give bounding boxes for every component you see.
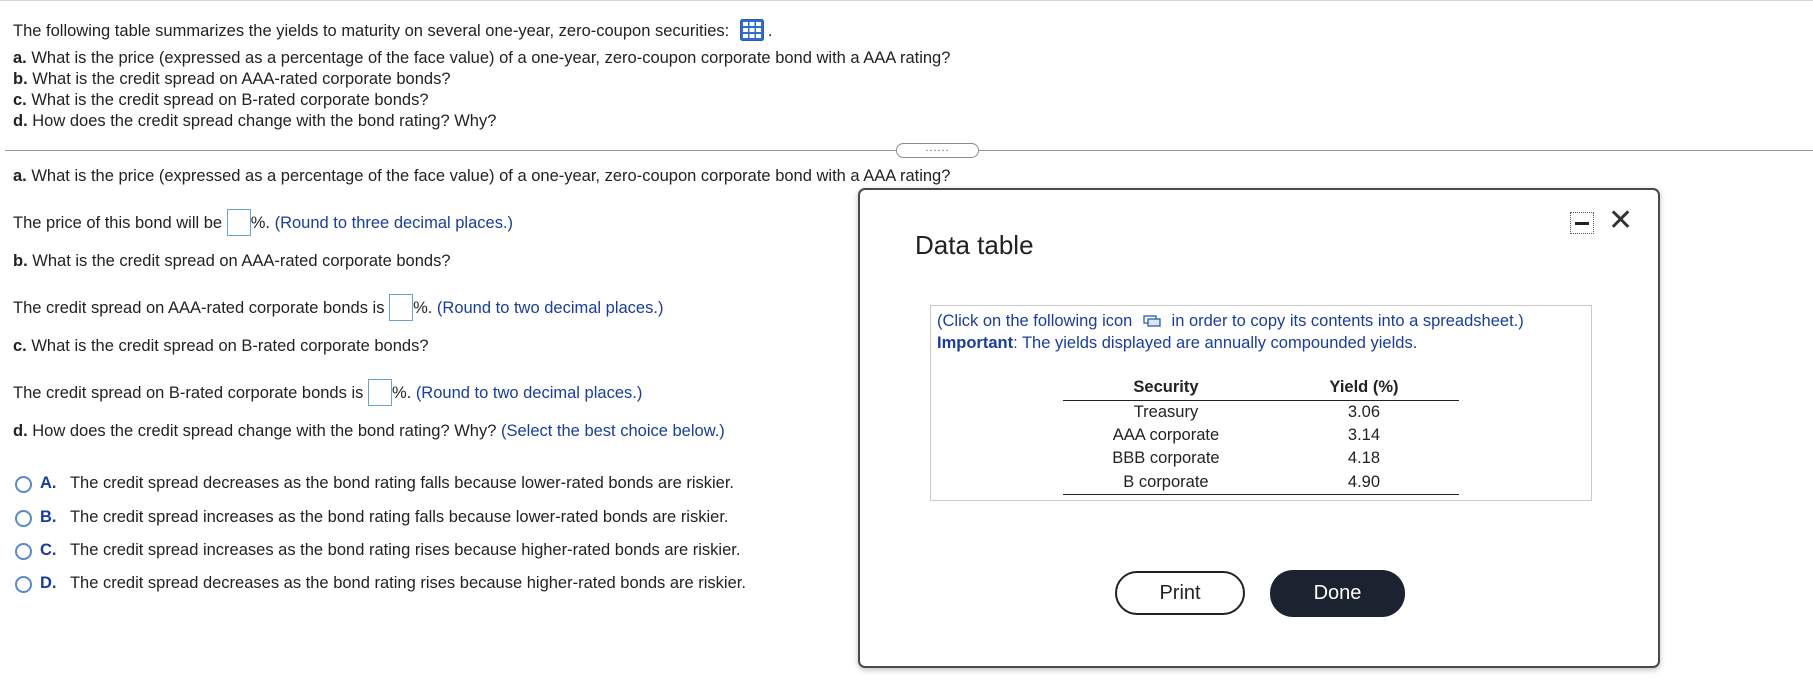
- security-cell: BBB corporate: [1112, 449, 1220, 468]
- question-letter: d.: [13, 112, 28, 130]
- table-row: AAA corporate 3.14: [1063, 424, 1459, 448]
- choice-letter: C.: [40, 541, 57, 559]
- question-b: b. What is the credit spread on AAA-rate…: [13, 70, 451, 89]
- choice-text: The credit spread decreases as the bond …: [69, 474, 734, 492]
- part-question-text: What is the credit spread on B-rated cor…: [31, 337, 429, 355]
- choice-c-radio[interactable]: [15, 543, 32, 560]
- choice-d[interactable]: D. The credit spread decreases as the bo…: [40, 574, 746, 593]
- dialog-title: Data table: [915, 230, 1034, 260]
- part-c-answer-line: The credit spread on B-rated corporate b…: [13, 379, 642, 406]
- table-row: B corporate 4.90: [1063, 470, 1459, 495]
- yield-cell: 4.90: [1268, 470, 1459, 495]
- yield-cell: 3.14: [1347, 425, 1381, 444]
- important-label: Important: [937, 334, 1014, 352]
- choice-b-radio[interactable]: [15, 510, 32, 527]
- intro-line: The following table summarizes the yield…: [13, 19, 772, 41]
- b-spread-answer-input[interactable]: [367, 379, 392, 406]
- yield-cell: 3.06: [1347, 402, 1381, 421]
- done-button[interactable]: Done: [1270, 570, 1405, 617]
- question-letter: b.: [13, 70, 28, 88]
- copy-to-spreadsheet-icon[interactable]: [1143, 313, 1161, 327]
- part-letter: d.: [13, 422, 28, 440]
- price-answer-input[interactable]: [226, 209, 251, 236]
- part-question-text: What is the credit spread on AAA-rated c…: [32, 252, 451, 270]
- choice-c[interactable]: C. The credit spread increases as the bo…: [40, 541, 740, 560]
- important-text: : The yields displayed are annually comp…: [1013, 334, 1418, 352]
- important-note: Important: The yields displayed are annu…: [937, 334, 1417, 353]
- question-letter: a.: [13, 49, 27, 67]
- question-text: What is the credit spread on AAA-rated c…: [32, 70, 451, 88]
- security-cell: AAA corporate: [1112, 425, 1220, 444]
- part-question-text: What is the price (expressed as a percen…: [31, 167, 951, 185]
- choice-text: The credit spread decreases as the bond …: [69, 574, 746, 592]
- pane-divider-right: [979, 150, 1813, 151]
- yields-table: Security Yield (%) Treasury 3.06 AAA cor…: [1063, 376, 1459, 495]
- top-border: [0, 0, 1813, 1]
- question-d: d. How does the credit spread change wit…: [13, 112, 496, 131]
- answer-suffix: %.: [250, 214, 270, 232]
- part-question-text: How does the credit spread change with t…: [32, 422, 497, 440]
- choice-text: The credit spread increases as the bond …: [69, 541, 741, 559]
- print-button[interactable]: Print: [1115, 571, 1245, 615]
- answer-suffix: %.: [413, 299, 433, 317]
- security-cell: Treasury: [1133, 402, 1199, 421]
- copy-instruction: (Click on the following icon in order to…: [937, 312, 1524, 331]
- data-table-grid-icon[interactable]: [739, 19, 764, 41]
- rounding-hint: (Round to two decimal places.): [415, 384, 643, 402]
- choice-letter: D.: [40, 574, 57, 592]
- answer-prefix: The credit spread on AAA-rated corporate…: [13, 299, 385, 317]
- data-table-panel: (Click on the following icon in order to…: [930, 305, 1592, 501]
- instruction-post: in order to copy its contents into a spr…: [1171, 312, 1524, 330]
- table-row: Treasury 3.06: [1063, 400, 1459, 424]
- part-a-question: a. What is the price (expressed as a per…: [13, 167, 950, 186]
- choice-letter: A.: [40, 474, 57, 492]
- choice-b[interactable]: B. The credit spread increases as the bo…: [40, 508, 729, 527]
- instruction-pre: (Click on the following icon: [937, 312, 1133, 330]
- intro-period: .: [767, 22, 773, 40]
- column-header-yield: Yield (%): [1268, 376, 1459, 401]
- question-text: What is the price (expressed as a percen…: [31, 49, 951, 67]
- intro-text: The following table summarizes the yield…: [13, 22, 730, 40]
- question-text: What is the credit spread on B-rated cor…: [31, 91, 429, 109]
- minimize-icon[interactable]: [1570, 212, 1594, 234]
- part-a-answer-line: The price of this bond will be %. (Round…: [13, 209, 513, 236]
- select-hint: (Select the best choice below.): [500, 422, 725, 440]
- yield-cell: 4.18: [1347, 449, 1381, 468]
- answer-prefix: The credit spread on B-rated corporate b…: [13, 384, 364, 402]
- choice-text: The credit spread increases as the bond …: [69, 508, 729, 526]
- aaa-spread-answer-input[interactable]: [389, 294, 414, 321]
- part-d-question: d. How does the credit spread change wit…: [13, 422, 725, 441]
- part-letter: a.: [13, 167, 27, 185]
- part-letter: b.: [13, 252, 28, 270]
- question-letter: c.: [13, 91, 27, 109]
- column-header-security: Security: [1063, 376, 1269, 401]
- question-text: How does the credit spread change with t…: [32, 112, 497, 130]
- part-b-answer-line: The credit spread on AAA-rated corporate…: [13, 294, 663, 321]
- security-cell: B corporate: [1063, 470, 1269, 495]
- rounding-hint: (Round to two decimal places.): [436, 299, 664, 317]
- answer-prefix: The price of this bond will be: [13, 214, 223, 232]
- close-icon[interactable]: ✕: [1608, 206, 1633, 236]
- choice-a-radio[interactable]: [15, 476, 32, 493]
- part-letter: c.: [13, 337, 27, 355]
- question-c: c. What is the credit spread on B-rated …: [13, 91, 429, 110]
- data-table-dialog: Data table ✕ (Click on the following ico…: [858, 188, 1660, 668]
- pane-resize-handle[interactable]: ......: [896, 143, 979, 158]
- table-row: BBB corporate 4.18: [1063, 447, 1459, 471]
- part-b-question: b. What is the credit spread on AAA-rate…: [13, 252, 451, 271]
- choice-d-radio[interactable]: [15, 576, 32, 593]
- question-a: a. What is the price (expressed as a per…: [13, 49, 950, 68]
- table-header-row: Security Yield (%): [1063, 376, 1459, 401]
- part-c-question: c. What is the credit spread on B-rated …: [13, 337, 429, 356]
- answer-suffix: %.: [391, 384, 412, 402]
- choice-letter: B.: [40, 508, 57, 526]
- pane-divider-left: [5, 150, 896, 151]
- rounding-hint: (Round to three decimal places.): [274, 214, 514, 232]
- choice-a[interactable]: A. The credit spread decreases as the bo…: [40, 474, 734, 493]
